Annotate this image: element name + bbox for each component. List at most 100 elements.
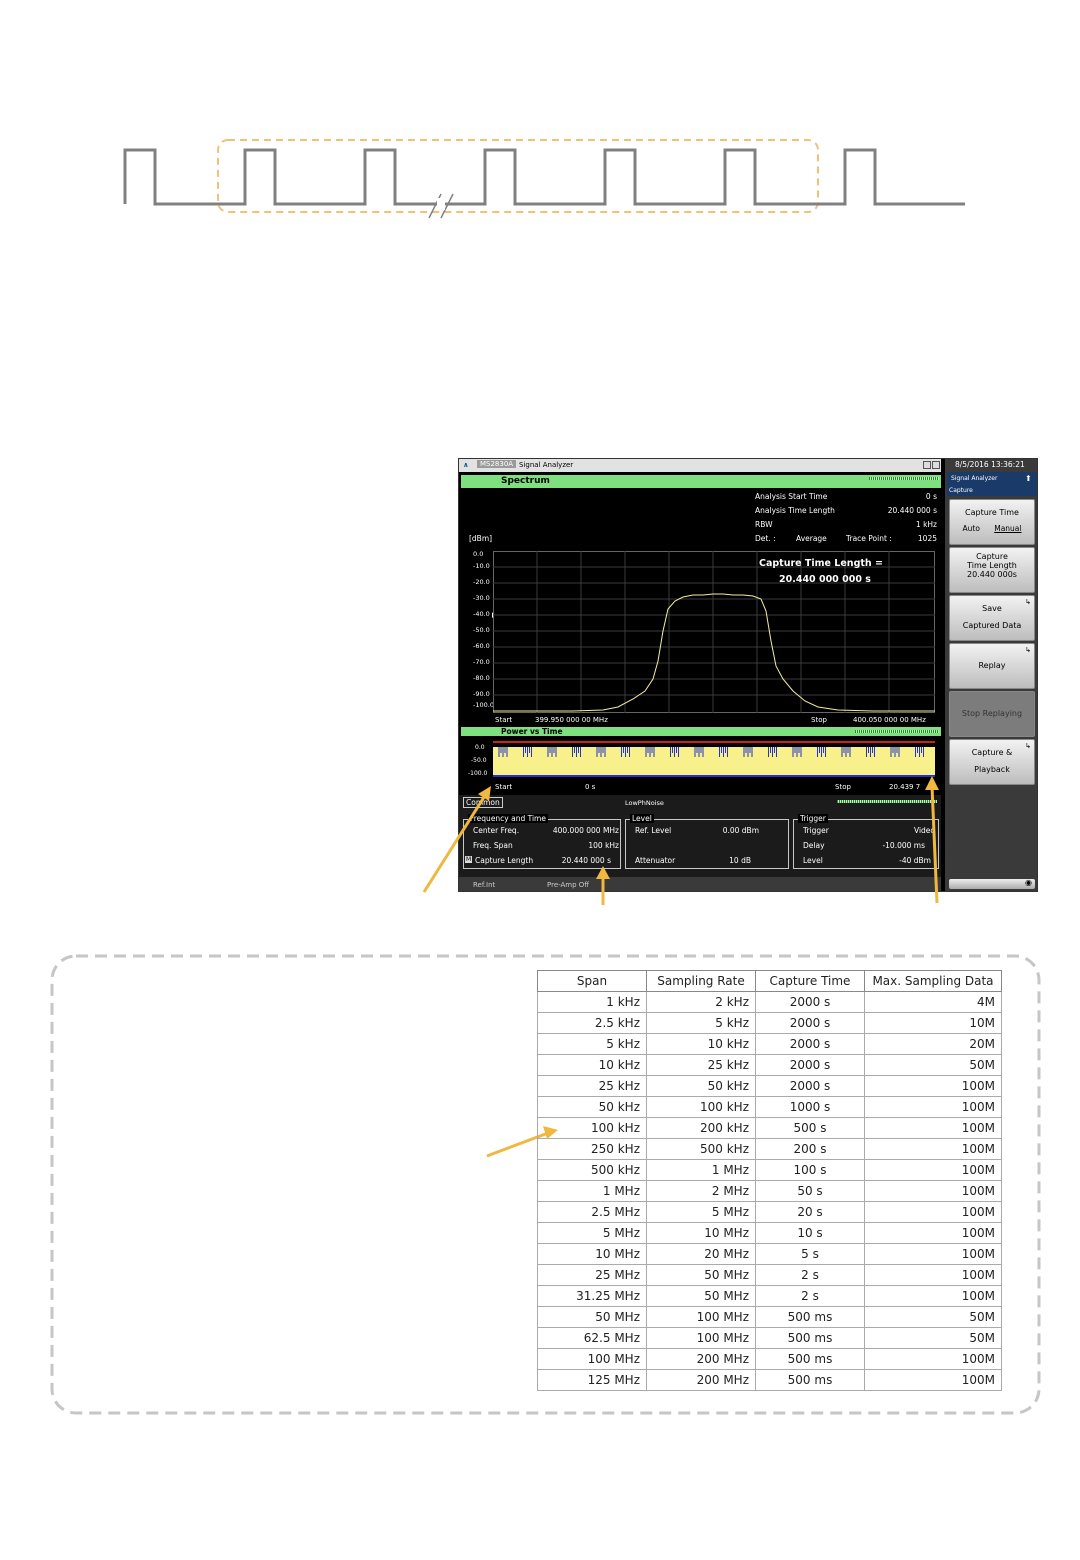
table-row: 2.5 MHz 5 MHz 20 s 100M — [537, 1201, 1002, 1223]
table-cell: 20 s — [755, 1201, 865, 1223]
table-cell: 50 MHz — [646, 1264, 756, 1286]
arrow-head — [925, 776, 939, 790]
table-cell: 2000 s — [755, 1012, 865, 1034]
table-row: 500 kHz 1 MHz 100 s 100M — [537, 1159, 1002, 1181]
table-row: 50 MHz 100 MHz 500 ms 50M — [537, 1306, 1002, 1328]
table-header-row: Span Sampling Rate Capture Time Max. Sam… — [537, 970, 1002, 992]
table-cell: 250 kHz — [537, 1138, 647, 1160]
table-cell: 5 MHz — [537, 1222, 647, 1244]
table-cell: 20M — [864, 1033, 1002, 1055]
table-row: 25 MHz 50 MHz 2 s 100M — [537, 1264, 1002, 1286]
table-cell: 50 MHz — [537, 1306, 647, 1328]
table-cell: 200 kHz — [646, 1117, 756, 1139]
table-cell: 5 kHz — [537, 1033, 647, 1055]
table-cell: 10 kHz — [537, 1054, 647, 1076]
table-cell: 50 MHz — [646, 1285, 756, 1307]
table-row: 2.5 kHz 5 kHz 2000 s 10M — [537, 1012, 1002, 1034]
table-cell: 100 kHz — [537, 1117, 647, 1139]
table-cell: 100M — [864, 1264, 1002, 1286]
table-cell: 500 ms — [755, 1306, 865, 1328]
table-row: 5 MHz 10 MHz 10 s 100M — [537, 1222, 1002, 1244]
table-cell: 100M — [864, 1180, 1002, 1202]
table-cell: 500 kHz — [537, 1159, 647, 1181]
table-cell: 100M — [864, 1201, 1002, 1223]
table-cell: 50 kHz — [646, 1075, 756, 1097]
table-cell: 500 ms — [755, 1327, 865, 1349]
column-header: Span — [537, 970, 647, 992]
table-cell: 500 ms — [755, 1348, 865, 1370]
table-cell: 100M — [864, 1348, 1002, 1370]
table-cell: 62.5 MHz — [537, 1327, 647, 1349]
table-row: 25 kHz 50 kHz 2000 s 100M — [537, 1075, 1002, 1097]
table-cell: 50M — [864, 1327, 1002, 1349]
table-cell: 500 ms — [755, 1369, 865, 1391]
table-cell: 100M — [864, 1243, 1002, 1265]
table-cell: 100M — [864, 1117, 1002, 1139]
table-cell: 10 MHz — [537, 1243, 647, 1265]
table-cell: 100M — [864, 1222, 1002, 1244]
table-row: 10 kHz 25 kHz 2000 s 50M — [537, 1054, 1002, 1076]
table-cell: 31.25 MHz — [537, 1285, 647, 1307]
table-cell: 500 kHz — [646, 1138, 756, 1160]
table-cell: 20 MHz — [646, 1243, 756, 1265]
column-header: Capture Time — [755, 970, 865, 992]
table-row: 10 MHz 20 MHz 5 s 100M — [537, 1243, 1002, 1265]
table-row: 1 MHz 2 MHz 50 s 100M — [537, 1180, 1002, 1202]
table-cell: 50M — [864, 1054, 1002, 1076]
table-cell: 1 MHz — [537, 1180, 647, 1202]
table-cell: 125 MHz — [537, 1369, 647, 1391]
table-row: 5 kHz 10 kHz 2000 s 20M — [537, 1033, 1002, 1055]
table-cell: 25 MHz — [537, 1264, 647, 1286]
table-cell: 100 MHz — [646, 1327, 756, 1349]
table-cell: 100M — [864, 1369, 1002, 1391]
table-cell: 2.5 kHz — [537, 1012, 647, 1034]
table-cell: 2000 s — [755, 991, 865, 1013]
arrow-to-pvt-start — [422, 793, 488, 893]
table-cell: 25 kHz — [646, 1054, 756, 1076]
table-cell: 2000 s — [755, 1075, 865, 1097]
table-cell: 25 kHz — [537, 1075, 647, 1097]
span-sampling-table: Span Sampling Rate Capture Time Max. Sam… — [537, 970, 1002, 1391]
table-cell: 100M — [864, 1138, 1002, 1160]
table-cell: 200 MHz — [646, 1348, 756, 1370]
column-header: Sampling Rate — [646, 970, 756, 992]
table-row: 1 kHz 2 kHz 2000 s 4M — [537, 991, 1002, 1013]
table-row: 62.5 MHz 100 MHz 500 ms 50M — [537, 1327, 1002, 1349]
table-cell: 2000 s — [755, 1033, 865, 1055]
table-cell: 2 MHz — [646, 1180, 756, 1202]
table-cell: 50M — [864, 1306, 1002, 1328]
table-cell: 2000 s — [755, 1054, 865, 1076]
table-cell: 100M — [864, 1159, 1002, 1181]
table-cell: 10M — [864, 1012, 1002, 1034]
table-cell: 5 MHz — [646, 1201, 756, 1223]
table-cell: 1000 s — [755, 1096, 865, 1118]
table-cell: 100M — [864, 1285, 1002, 1307]
table-cell: 100M — [864, 1096, 1002, 1118]
table-cell: 1 kHz — [537, 991, 647, 1013]
table-cell: 4M — [864, 991, 1002, 1013]
table-cell: 10 kHz — [646, 1033, 756, 1055]
table-cell: 2 kHz — [646, 991, 756, 1013]
table-cell: 200 MHz — [646, 1369, 756, 1391]
table-cell: 50 kHz — [537, 1096, 647, 1118]
table-cell: 100 MHz — [537, 1348, 647, 1370]
table-cell: 2.5 MHz — [537, 1201, 647, 1223]
table-cell: 5 s — [755, 1243, 865, 1265]
table-row: 125 MHz 200 MHz 500 ms 100M — [537, 1369, 1002, 1391]
table-row: 250 kHz 500 kHz 200 s 100M — [537, 1138, 1002, 1160]
table-cell: 100 MHz — [646, 1306, 756, 1328]
arrow-to-pvt-stop — [930, 785, 939, 904]
table-cell: 100 kHz — [646, 1096, 756, 1118]
table-row: 100 kHz 200 kHz 500 s 100M — [537, 1117, 1002, 1139]
table-cell: 50 s — [755, 1180, 865, 1202]
column-header: Max. Sampling Data — [864, 970, 1002, 992]
table-cell: 2 s — [755, 1264, 865, 1286]
table-cell: 100 s — [755, 1159, 865, 1181]
table-cell: 200 s — [755, 1138, 865, 1160]
table-cell: 1 MHz — [646, 1159, 756, 1181]
table-cell: 10 s — [755, 1222, 865, 1244]
table-cell: 10 MHz — [646, 1222, 756, 1244]
table-row: 50 kHz 100 kHz 1000 s 100M — [537, 1096, 1002, 1118]
arrow-head — [596, 866, 610, 879]
table-cell: 500 s — [755, 1117, 865, 1139]
